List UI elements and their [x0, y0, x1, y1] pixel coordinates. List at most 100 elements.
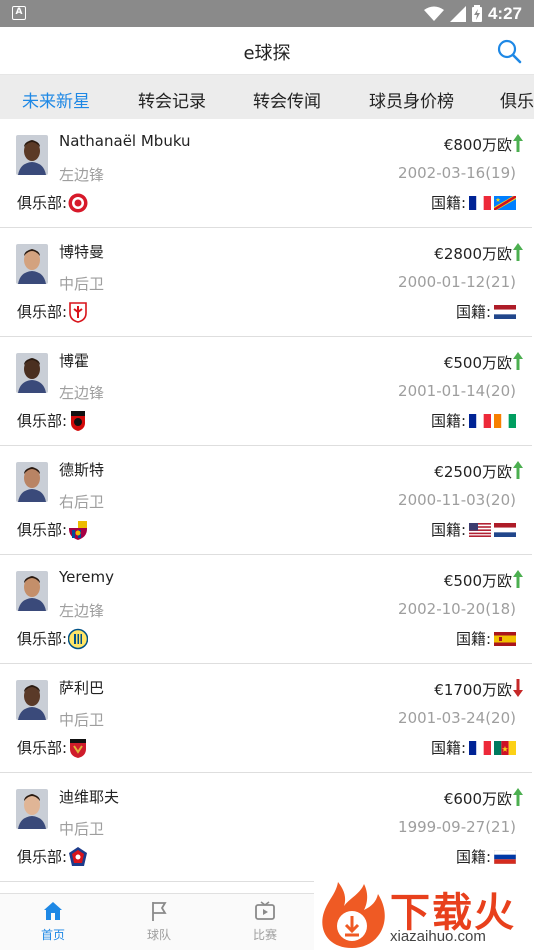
nationality-label: 国籍: — [455, 848, 491, 866]
flag-netherlands-icon — [494, 522, 516, 537]
rennes-badge-icon — [71, 411, 85, 431]
flag-russia-icon — [494, 849, 516, 864]
clock: 4:27 — [487, 3, 522, 23]
player-name: Nathanaël Mbuku — [59, 132, 191, 150]
fire-logo-icon — [322, 882, 385, 948]
wifi-icon — [423, 6, 444, 21]
birth-date: 2001-01-14(20) — [398, 382, 516, 400]
nationality: 国籍: — [431, 192, 516, 213]
market-value: €600万欧 — [443, 790, 512, 808]
birth-date: 2001-03-24(20) — [398, 709, 516, 727]
player-name: Yeremy — [59, 568, 114, 586]
tab-market-value-rank[interactable]: 球员身价榜 — [369, 87, 454, 112]
player-position: 左边锋 — [59, 602, 105, 620]
player-card[interactable]: 博特曼 中后卫 俱乐部: €2800万欧 2000-01-12(21) 国籍: — [0, 228, 532, 337]
birth-date: 2002-03-16(19) — [398, 164, 516, 182]
app-notification-icon: A — [12, 6, 26, 20]
nationality-label: 国籍: — [430, 521, 466, 539]
watermark: 下载火 xiazaihuo.com — [314, 880, 534, 950]
player-card[interactable]: Yeremy 左边锋俱乐部: €500万欧 2002-10-20(18) 国籍: — [0, 555, 532, 664]
club-label: 俱乐部: — [17, 848, 68, 866]
reims-badge-icon — [68, 193, 88, 213]
nav-matches[interactable]: 比赛 — [212, 900, 318, 943]
player-avatar — [16, 135, 48, 175]
club-label: 俱乐部: — [17, 412, 68, 430]
category-tabs: 未来新星 转会记录 转会传闻 球员身价榜 俱乐 — [0, 75, 534, 119]
player-card[interactable]: 德斯特右后卫俱乐部: €2500万欧 2000-11-03(20) 国籍: — [0, 446, 532, 555]
nationality-label: 国籍: — [455, 303, 491, 321]
market-value: €500万欧 — [443, 354, 512, 372]
signal-icon — [449, 5, 466, 22]
arrow-up-icon — [513, 134, 523, 152]
tab-transfer-rumors[interactable]: 转会传闻 — [253, 87, 321, 112]
birth-date: 2000-11-03(20) — [398, 491, 516, 509]
nav-matches-label: 比赛 — [252, 928, 277, 942]
birth-date: 2000-01-12(21) — [398, 273, 516, 291]
arrow-down-icon — [513, 679, 523, 697]
nationality: 国籍: — [431, 737, 516, 758]
lille-badge-icon — [69, 302, 87, 323]
flag-spain-icon — [494, 631, 516, 646]
birth-date: 1999-09-27(21) — [398, 818, 516, 836]
nav-teams-label: 球队 — [146, 928, 171, 942]
tv-icon — [255, 901, 275, 920]
player-card[interactable]: Nathanaël Mbuku 左边锋 俱乐部: €800万欧 2002-03-16(1… — [0, 119, 532, 228]
market-value: €2500万欧 — [434, 463, 512, 481]
market-value: €1700万欧 — [434, 681, 512, 699]
player-name: 博霍 — [59, 352, 90, 370]
nationality-label: 国籍: — [455, 630, 491, 648]
nationality: 国籍: — [456, 301, 516, 322]
player-name: 迪维耶夫 — [59, 788, 120, 806]
nationality: 国籍: — [456, 628, 516, 649]
nationality: 国籍: — [431, 519, 516, 540]
tab-clubs[interactable]: 俱乐 — [500, 87, 534, 112]
nationality: 国籍: — [431, 410, 516, 431]
battery-icon — [471, 5, 482, 22]
arrow-up-icon — [513, 243, 523, 261]
club-label: 俱乐部: — [17, 521, 68, 539]
player-position: 中后卫 — [59, 711, 105, 729]
nice-badge-icon — [70, 739, 86, 758]
tab-rising-stars[interactable]: 未来新星 — [22, 87, 90, 112]
villarreal-badge-icon — [68, 628, 88, 650]
flag-france-icon — [469, 740, 491, 755]
player-avatar — [16, 571, 48, 611]
player-avatar — [16, 244, 48, 284]
player-list: Nathanaël Mbuku 左边锋 俱乐部: €800万欧 2002-03-16(1… — [0, 119, 534, 882]
arrow-up-icon — [513, 788, 523, 806]
club-label: 俱乐部: — [17, 739, 68, 757]
player-card[interactable]: 萨利巴中后卫俱乐部: €1700万欧 2001-03-24(20) 国籍: — [0, 664, 532, 773]
nationality-label: 国籍: — [430, 739, 466, 757]
player-card[interactable]: 博霍左边锋俱乐部: €500万欧 2001-01-14(20) 国籍: — [0, 337, 532, 446]
player-name: 萨利巴 — [59, 679, 105, 697]
tab-transfer-records[interactable]: 转会记录 — [138, 87, 206, 112]
player-position: 右后卫 — [59, 493, 105, 511]
nav-home[interactable]: 首页 — [0, 900, 106, 943]
flag-dr-congo-icon — [494, 195, 516, 210]
nationality: 国籍: — [456, 846, 516, 867]
search-icon[interactable] — [496, 38, 522, 64]
watermark-url: xiazaihuo.com — [390, 928, 486, 945]
player-card[interactable]: 迪维耶夫 中后卫 俱乐部: €600万欧 1999-09-27(21) 国籍: — [0, 773, 532, 882]
app-header: e球探 — [0, 27, 534, 75]
market-value: €500万欧 — [443, 572, 512, 590]
club-label: 俱乐部: — [17, 303, 68, 321]
nav-home-label: 首页 — [40, 928, 65, 942]
nav-teams[interactable]: 球队 — [106, 900, 212, 943]
player-position: 左边锋 — [59, 384, 105, 402]
flag-ivory-coast-icon — [494, 413, 516, 428]
birth-date: 2002-10-20(18) — [398, 600, 516, 618]
flag-cameroon-icon — [494, 740, 516, 755]
market-value: €2800万欧 — [434, 245, 512, 263]
barcelona-badge-icon — [69, 521, 87, 540]
home-icon — [44, 902, 62, 920]
nationality-label: 国籍: — [430, 412, 466, 430]
flag-france-icon — [469, 195, 491, 210]
player-name: 博特曼 — [59, 243, 105, 261]
app-title: e球探 — [243, 43, 291, 64]
club-label: 俱乐部: — [17, 630, 68, 648]
player-name: 德斯特 — [59, 461, 105, 479]
status-bar: A 4:27 — [0, 0, 534, 27]
cska-badge-icon — [69, 847, 87, 866]
player-avatar — [16, 680, 48, 720]
